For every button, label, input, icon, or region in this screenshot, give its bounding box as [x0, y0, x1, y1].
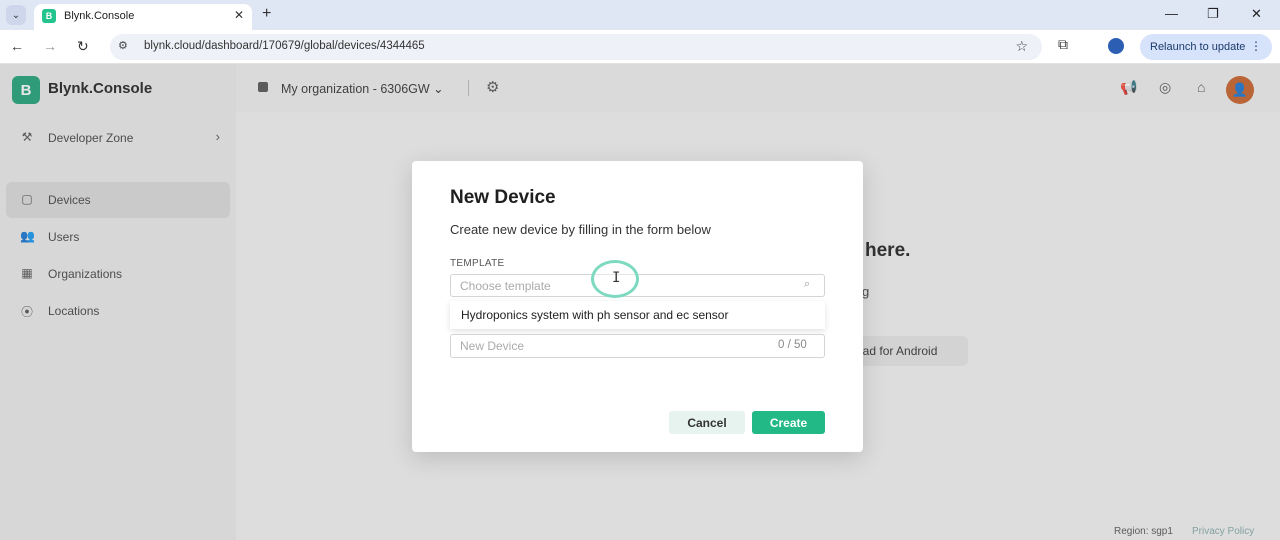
arrow-left-icon[interactable]: ← [10, 38, 24, 54]
new-device-modal: New Device Create new device by filling … [412, 161, 863, 452]
browser-toolbar: ← → ↻ ⚙ blynk.cloud/dashboard/170679/glo… [0, 30, 1280, 64]
modal-title: New Device [450, 187, 556, 208]
reload-icon[interactable]: ↻ [77, 38, 89, 55]
person-icon[interactable] [1108, 38, 1124, 54]
browser-tab[interactable]: B Blynk.Console ✕ [34, 4, 252, 30]
star-icon[interactable]: ☆ [1015, 38, 1028, 55]
url-text[interactable]: blynk.cloud/dashboard/170679/global/devi… [144, 40, 425, 52]
tab-title: Blynk.Console [64, 10, 135, 22]
plus-icon[interactable]: + [262, 5, 271, 23]
arrow-right-icon[interactable]: → [43, 38, 57, 54]
browser-tabstrip: ⌄ B Blynk.Console ✕ + — ❐ ✕ [0, 0, 1280, 30]
tune-icon[interactable]: ⚙ [118, 39, 128, 52]
close-window-icon[interactable]: ✕ [1251, 6, 1262, 22]
search-icon: ⌕ [804, 278, 811, 290]
puzzle-icon[interactable]: ⧉ [1058, 36, 1068, 53]
create-button[interactable]: Create [752, 411, 825, 434]
template-label: TEMPLATE [450, 258, 505, 269]
chevron-down-icon[interactable]: ⌄ [6, 5, 26, 25]
address-bar[interactable]: ⚙ blynk.cloud/dashboard/170679/global/de… [110, 34, 1042, 60]
relaunch-label: Relaunch to update [1150, 41, 1246, 53]
blynk-favicon-icon: B [42, 9, 56, 23]
cancel-button[interactable]: Cancel [669, 411, 745, 434]
relaunch-button[interactable]: Relaunch to update ⋮ [1140, 34, 1272, 60]
minimize-icon[interactable]: — [1165, 6, 1178, 21]
template-option[interactable]: Hydroponics system with ph sensor and ec… [461, 308, 728, 322]
modal-subtitle: Create new device by filling in the form… [450, 222, 711, 237]
restore-icon[interactable]: ❐ [1207, 6, 1219, 22]
more-vert-icon[interactable]: ⋮ [1250, 39, 1262, 53]
close-icon[interactable]: ✕ [234, 8, 244, 22]
character-counter: 0 / 50 [778, 339, 807, 351]
template-dropdown: Hydroponics system with ph sensor and ec… [450, 301, 825, 329]
text-cursor-icon: I [612, 270, 621, 286]
device-name-input[interactable] [450, 334, 825, 358]
